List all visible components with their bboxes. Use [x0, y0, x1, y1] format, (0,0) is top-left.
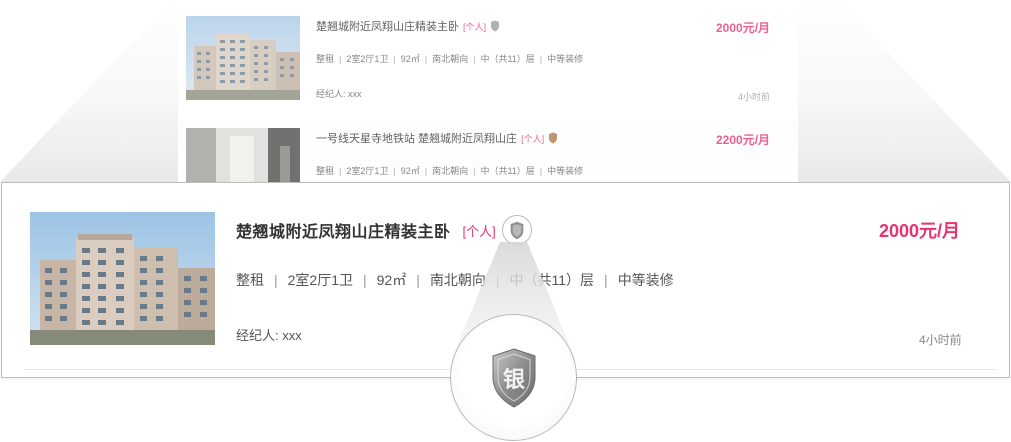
orientation: 南北朝向 [432, 166, 469, 176]
listing-price: 2000元/月 [879, 221, 961, 241]
decoration: 中等装修 [617, 272, 674, 288]
floor: 中（共11）层 [509, 272, 595, 288]
decoration: 中等装修 [547, 166, 584, 176]
listing-price: 2000元/月 [716, 21, 771, 35]
orientation: 南北朝向 [432, 54, 469, 64]
individual-tag: [个人] [521, 133, 545, 144]
room-interior-image [186, 128, 300, 182]
separator: | [473, 54, 476, 64]
floor: 中（共11）层 [480, 54, 535, 64]
badge-magnifier: 银 [450, 314, 577, 441]
separator: | [424, 54, 428, 64]
listing-title[interactable]: 楚翘城附近凤翔山庄精装主卧 [236, 218, 451, 242]
posted-time: 4小时前 [738, 92, 771, 102]
listing-attributes: 整租 | 2室2厅1卫 | 92㎡ | 南北朝向 | 中（共11）层 | 中等装修 [316, 164, 583, 177]
separator: | [604, 272, 608, 288]
orientation: 南北朝向 [429, 272, 486, 288]
posted-time: 4小时前 [919, 333, 962, 347]
silver-shield-badge-icon: 银 [492, 347, 535, 408]
separator: | [539, 54, 543, 64]
room-layout: 2室2厅1卫 [287, 272, 353, 288]
listing-title[interactable]: 一号线天星寺地铁站 楚翘城附近凤翔山庄 [316, 130, 517, 146]
credit-badge[interactable] [501, 215, 532, 245]
rent-type: 整租 [316, 54, 335, 64]
listing-attributes: 整租 | 2室2厅1卫 | 92㎡ | 南北朝向 | 中（共11）层 | 中等装修 [236, 270, 674, 290]
listing-title-row: 楚翘城附近凤翔山庄精装主卧 [个人] [316, 18, 500, 34]
listing-card-preview[interactable]: 楚翘城附近凤翔山庄精装主卧 [个人] 2000元/月 整租 | 2室2厅1卫 | 92㎡… [186, 16, 786, 106]
separator: | [539, 166, 543, 176]
area: 92㎡ [400, 54, 420, 64]
separator: | [416, 272, 420, 288]
separator: | [393, 166, 396, 176]
area: 92㎡ [376, 272, 407, 288]
separator: | [393, 54, 396, 64]
individual-tag: [个人] [463, 21, 487, 32]
separator: | [339, 166, 342, 176]
room-layout: 2室2厅1卫 [346, 54, 389, 64]
silver-shield-badge-icon [491, 20, 500, 32]
separator: | [424, 166, 428, 176]
listing-title-row: 楚翘城附近凤翔山庄精装主卧 [个人] [236, 215, 532, 245]
individual-tag: [个人] [462, 223, 496, 239]
listing-attributes: 整租 | 2室2厅1卫 | 92㎡ | 南北朝向 | 中（共11）层 | 中等装修 [316, 52, 583, 65]
rent-type: 整租 [316, 166, 335, 176]
separator: | [363, 272, 367, 288]
listing-title[interactable]: 楚翘城附近凤翔山庄精装主卧 [316, 18, 459, 34]
separator: | [339, 54, 342, 64]
room-layout: 2室2厅1卫 [346, 166, 389, 176]
rent-type: 整租 [236, 272, 264, 288]
listing-card-preview[interactable]: 一号线天星寺地铁站 楚翘城附近凤翔山庄 [个人] 2200元/月 整租 | 2室2厅… [186, 128, 786, 182]
agent-name: 经纪人: xxx [316, 89, 362, 99]
listing-title-row: 一号线天星寺地铁站 楚翘城附近凤翔山庄 [个人] [316, 130, 558, 146]
silver-shield-badge-icon [510, 221, 524, 239]
floor: 中（共11）层 [480, 166, 535, 176]
apartment-building-image [30, 212, 215, 345]
separator: | [274, 272, 278, 288]
listing-photo[interactable] [186, 128, 300, 182]
badge-label: 银 [502, 368, 525, 393]
apartment-building-image [186, 16, 300, 100]
listing-photo[interactable] [186, 16, 300, 100]
decoration: 中等装修 [547, 54, 584, 64]
bronze-shield-badge-icon [549, 132, 558, 144]
listing-photo[interactable] [30, 212, 215, 345]
listing-price: 2200元/月 [716, 133, 771, 147]
area: 92㎡ [400, 166, 420, 176]
agent-name: 经纪人: xxx [236, 328, 302, 343]
separator: | [473, 166, 476, 176]
separator: | [495, 272, 500, 288]
